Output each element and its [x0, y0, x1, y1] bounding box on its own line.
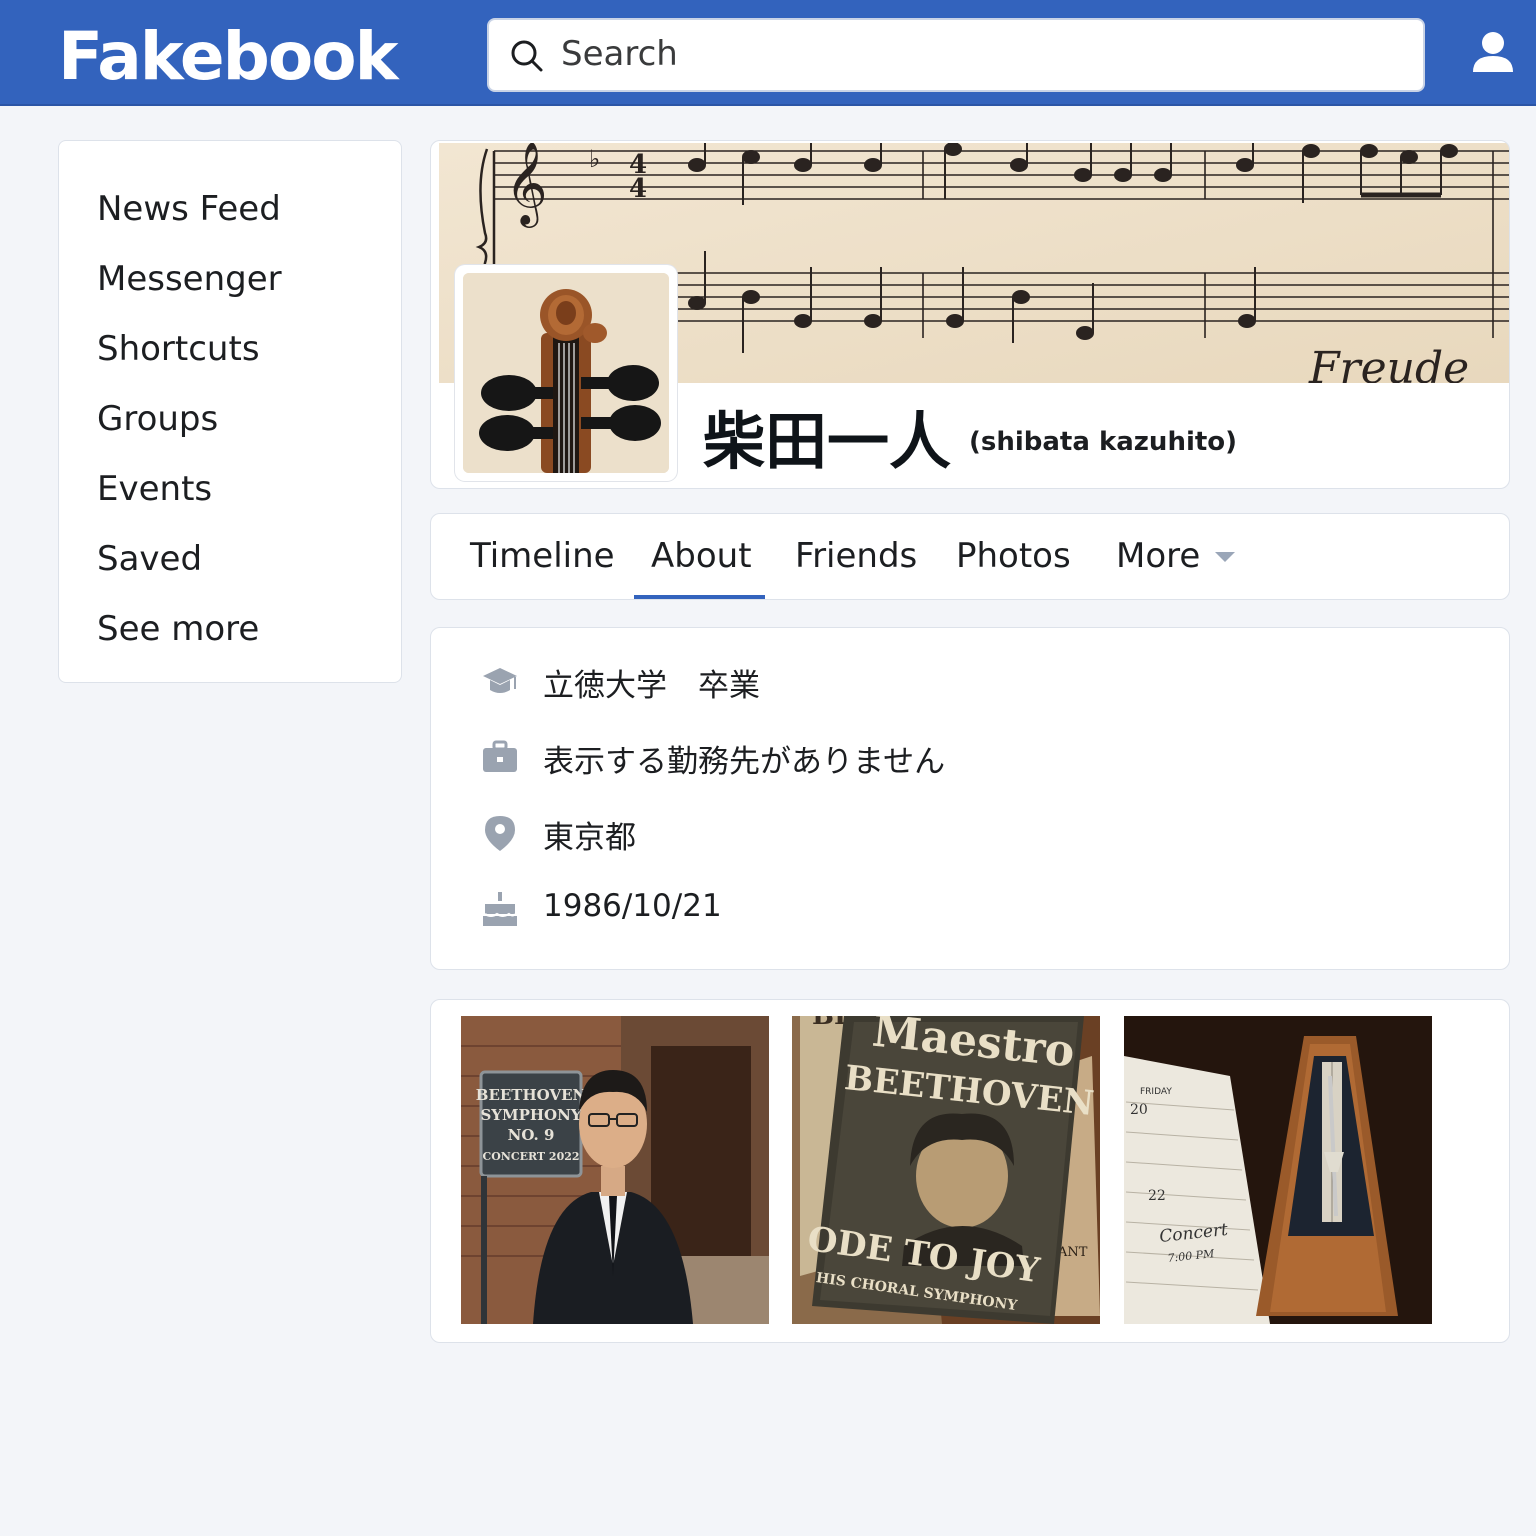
violin-scroll-illustration	[463, 273, 669, 473]
profile-picture[interactable]	[455, 265, 677, 481]
sign-line-2: SYMPHONY	[480, 1106, 581, 1124]
user-account-icon[interactable]	[1470, 30, 1516, 76]
profile-tabs: Timeline About Friends Photos More	[430, 513, 1510, 600]
planner-day-label: FRIDAY	[1140, 1087, 1172, 1097]
sidebar-item-groups[interactable]: Groups	[97, 399, 218, 439]
about-section: 立徳大学 卒業 表示する勤務先がありません 東京都 1986/10/21	[430, 627, 1510, 970]
back-book-side-text: ANT	[1057, 1245, 1088, 1260]
sign-line-3: NO. 9	[508, 1126, 555, 1144]
about-birthday-text: 1986/10/21	[543, 888, 722, 924]
tab-friends[interactable]: Friends	[795, 536, 917, 576]
left-sidebar: News Feed Messenger Shortcuts Groups Eve…	[58, 140, 402, 683]
planner-date-1: 20	[1130, 1102, 1148, 1118]
about-work-text: 表示する勤務先がありません	[543, 744, 946, 780]
profile-name: 柴田一人	[703, 405, 952, 478]
profile-header-card: 𝄞 ♭ 4 4 Freude 柴田一人 (shibata kazuhito)	[430, 140, 1510, 489]
sidebar-item-saved[interactable]: Saved	[97, 539, 202, 579]
photo-thumbnail-beethoven-books[interactable]: BE ANT Maestro BEETHOVEN ODE TO JOY HIS …	[792, 1016, 1100, 1324]
chevron-down-icon[interactable]	[1215, 552, 1235, 562]
active-tab-indicator	[634, 595, 765, 599]
about-education-text: 立徳大学 卒業	[543, 668, 760, 704]
search-icon	[511, 40, 543, 72]
briefcase-icon	[483, 740, 517, 772]
tab-timeline[interactable]: Timeline	[470, 536, 615, 576]
cover-script-text: Freude	[1308, 343, 1469, 383]
birthday-cake-icon	[483, 892, 517, 926]
profile-name-romaji: (shibata kazuhito)	[969, 427, 1238, 457]
sidebar-item-shortcuts[interactable]: Shortcuts	[97, 329, 260, 369]
metronome-planner-photo: FRIDAY 20 22 Concert 7:00 PM	[1124, 1016, 1432, 1324]
location-pin-icon	[485, 816, 515, 851]
svg-text:𝄞: 𝄞	[505, 143, 548, 228]
fakebook-logo[interactable]: Fakebook	[58, 18, 398, 95]
planner-date-2: 22	[1148, 1188, 1166, 1204]
svg-text:4: 4	[629, 174, 647, 204]
sidebar-item-news-feed[interactable]: News Feed	[97, 189, 281, 229]
graduation-cap-icon	[483, 668, 517, 693]
sidebar-item-events[interactable]: Events	[97, 469, 212, 509]
tab-photos[interactable]: Photos	[956, 536, 1071, 576]
sidebar-item-see-more[interactable]: See more	[97, 609, 259, 649]
tab-about[interactable]: About	[651, 536, 752, 576]
beethoven-books-photo: BE ANT Maestro BEETHOVEN ODE TO JOY HIS …	[792, 1016, 1100, 1324]
photo-thumbnail-metronome-planner[interactable]: FRIDAY 20 22 Concert 7:00 PM	[1124, 1016, 1432, 1324]
search-input[interactable]: Search	[561, 34, 678, 74]
top-bar: Fakebook Search	[0, 0, 1536, 106]
search-bar[interactable]: Search	[487, 18, 1425, 92]
tab-more[interactable]: More	[1116, 536, 1200, 576]
man-at-concert-hall-photo: BEETHOVEN SYMPHONY NO. 9 CONCERT 2022	[461, 1016, 769, 1324]
sign-line-1: BEETHOVEN	[476, 1086, 587, 1104]
about-location-text: 東京都	[543, 820, 636, 856]
svg-text:♭: ♭	[589, 145, 600, 173]
sign-line-4: CONCERT 2022	[482, 1150, 579, 1163]
sidebar-item-messenger[interactable]: Messenger	[97, 259, 282, 299]
photo-thumbnail-concert-man[interactable]: BEETHOVEN SYMPHONY NO. 9 CONCERT 2022	[461, 1016, 769, 1324]
photos-section: BEETHOVEN SYMPHONY NO. 9 CONCERT 2022 BE…	[430, 999, 1510, 1343]
